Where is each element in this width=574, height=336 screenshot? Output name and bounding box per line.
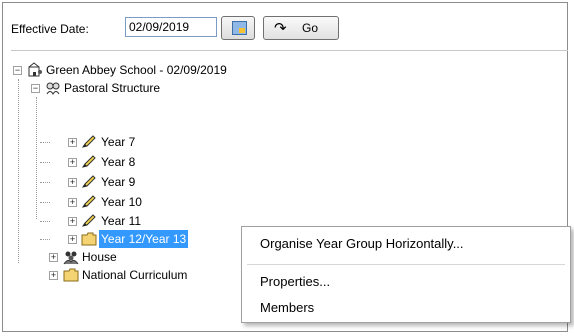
tree-node-label: Year 8 — [101, 155, 136, 169]
tree-node-label: Year 9 — [101, 175, 136, 189]
tree-node-label: Pastoral Structure — [64, 81, 161, 95]
tree-line — [40, 182, 50, 183]
folder-icon — [81, 232, 97, 246]
expand-icon[interactable]: + — [68, 158, 77, 167]
menu-item-organise-year-group[interactable]: Organise Year Group Horizontally... — [260, 236, 464, 251]
tree-node-label: Green Abbey School - 02/09/2019 — [46, 63, 227, 77]
pencil-icon — [81, 175, 96, 188]
expand-icon[interactable]: + — [68, 178, 77, 187]
expand-icon[interactable]: + — [68, 235, 77, 244]
expand-icon[interactable]: + — [68, 198, 77, 207]
tree-node-label-selected: Year 12/Year 13 — [99, 230, 189, 248]
menu-item-properties[interactable]: Properties... — [260, 274, 330, 289]
expand-icon[interactable]: + — [49, 253, 58, 262]
tree-line — [18, 79, 19, 263]
tree-line — [40, 239, 50, 240]
tree-node-label: Year 11 — [101, 214, 142, 228]
folder-icon — [63, 268, 79, 282]
tree-line — [36, 97, 37, 219]
collapse-icon[interactable]: − — [31, 84, 40, 93]
tree-node-label: House — [82, 250, 117, 264]
pencil-icon — [81, 214, 96, 227]
collapse-icon[interactable]: − — [13, 66, 22, 75]
structure-icon — [46, 82, 60, 95]
pencil-icon — [81, 155, 96, 168]
tree-line — [40, 162, 50, 163]
expand-icon[interactable]: + — [68, 138, 77, 147]
school-icon — [28, 62, 42, 77]
context-menu: Organise Year Group Horizontally... Prop… — [241, 226, 571, 323]
house-group-icon — [63, 251, 79, 265]
tree-node-label: Year 10 — [101, 195, 142, 209]
tree-line — [40, 142, 50, 143]
tree-line — [40, 202, 50, 203]
pencil-icon — [81, 135, 96, 148]
menu-separator — [247, 264, 565, 265]
effective-date-window: Effective Date: ↷ Go − Gree — [2, 2, 571, 332]
tree-node-label: Year 7 — [101, 135, 136, 149]
expand-icon[interactable]: + — [49, 271, 58, 280]
menu-item-members[interactable]: Members — [260, 300, 314, 315]
tree-node-label: National Curriculum — [82, 268, 188, 282]
tree-line — [40, 221, 50, 222]
pencil-icon — [81, 195, 96, 208]
expand-icon[interactable]: + — [68, 217, 77, 226]
